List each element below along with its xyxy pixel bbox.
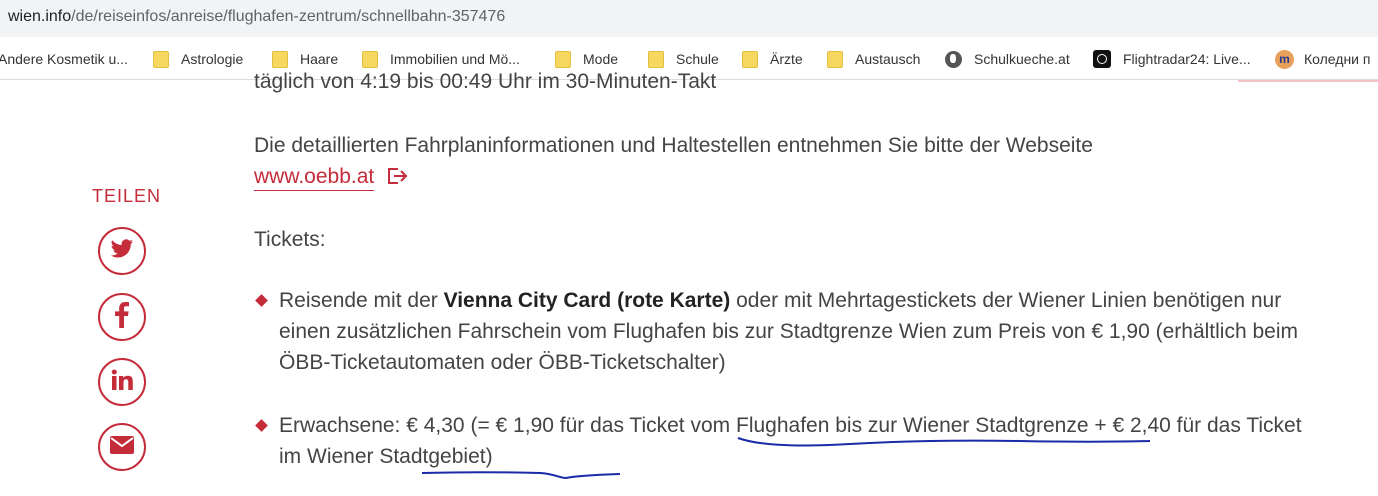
bullet-icon [255, 419, 268, 432]
url-path: /de/reiseinfos/anreise/flughafen-zentrum… [71, 8, 506, 25]
bookmark-label: Коледни п [1304, 51, 1371, 67]
bookmark-label: Flightradar24: Live... [1123, 51, 1251, 67]
bookmark-schulkueche[interactable]: Schulkueche.at [945, 48, 1070, 70]
folder-icon [742, 50, 758, 68]
twitter-icon [110, 238, 134, 264]
bookmark-astrologie[interactable]: Astrologie [153, 48, 243, 70]
bookmark-label: Astrologie [181, 51, 244, 67]
folder-icon [648, 50, 664, 68]
bookmark-label: Schulkueche.at [974, 51, 1070, 67]
facebook-share-button[interactable] [98, 293, 146, 341]
bookmark-label: Austausch [855, 51, 921, 67]
bookmark-label: Schule [676, 51, 719, 67]
fahrplan-text: Die detaillierten Fahrplaninformationen … [254, 134, 1093, 157]
bookmark-austausch[interactable]: Austausch [827, 48, 920, 70]
address-bar[interactable]: wien.info/de/reiseinfos/anreise/flughafe… [0, 0, 1378, 37]
underline-stroke [421, 471, 621, 480]
linkedin-icon [111, 369, 133, 396]
globe-icon [945, 50, 962, 68]
folder-icon [153, 50, 169, 68]
email-share-button[interactable] [98, 423, 146, 471]
share-label: TEILEN [92, 186, 162, 206]
url-text[interactable]: wien.info/de/reiseinfos/anreise/flughafe… [8, 8, 505, 26]
bookmark-andere-kosmetik[interactable]: Andere Kosmetik u... [0, 48, 128, 70]
facebook-icon [115, 301, 129, 333]
bookmark-label: Haare [300, 51, 339, 67]
bookmark-label: Andere Kosmetik u... [0, 51, 128, 67]
bookmark-schule[interactable]: Schule [648, 48, 719, 70]
bookmark-label: Mode [583, 51, 619, 67]
list-item: Reisende mit der Vienna City Card (rote … [279, 285, 1319, 378]
item1-bold: Vienna City Card (rote Karte) [443, 289, 731, 312]
bullet-icon [255, 294, 268, 307]
bookmark-label: Ärzte [770, 51, 803, 67]
partial-line-text: täglich von 4:19 bis 00:49 Uhr im 30-Min… [254, 70, 717, 93]
external-link-icon[interactable] [386, 163, 408, 194]
oebb-link[interactable]: www.oebb.at [254, 165, 375, 191]
item1-pre: Reisende mit der [279, 289, 444, 312]
bookmark-label: Immobilien und Mö... [390, 51, 520, 67]
email-icon [110, 435, 134, 459]
folder-icon [555, 50, 571, 68]
bookmark-kolednі[interactable]: m Коледни п [1275, 48, 1370, 70]
linkedin-share-button[interactable] [98, 358, 146, 406]
m-logo-icon: m [1275, 49, 1294, 69]
tickets-heading: Tickets: [254, 228, 326, 251]
fahrplan-paragraph: Die detaillierten Fahrplaninformationen … [254, 130, 1254, 194]
list-item: Erwachsene: € 4,30 (= € 1,90 für das Tic… [279, 414, 1302, 468]
folder-icon [827, 50, 843, 68]
bookmark-mode[interactable]: Mode [555, 48, 618, 70]
bookmark-flightradar[interactable]: Flightradar24: Live... [1093, 48, 1251, 70]
folder-icon [362, 50, 378, 68]
bookmark-haare[interactable]: Haare [272, 48, 338, 70]
url-domain: wien.info [8, 8, 72, 25]
twitter-share-button[interactable] [98, 227, 146, 275]
flightradar-icon [1093, 50, 1111, 68]
folder-icon [272, 50, 288, 68]
header-accent-line [1238, 80, 1378, 82]
bookmark-immobilien[interactable]: Immobilien und Mö... [362, 48, 520, 70]
bookmark-aerzte[interactable]: Ärzte [742, 48, 803, 70]
